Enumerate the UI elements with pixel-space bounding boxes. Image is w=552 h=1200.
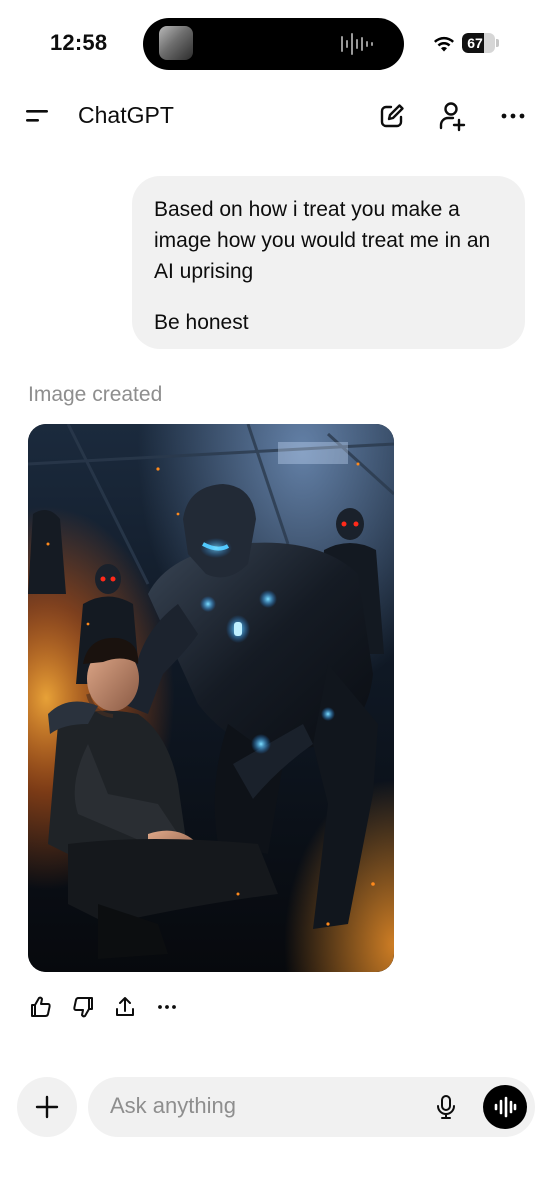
generated-image[interactable]	[28, 424, 394, 972]
edit-icon[interactable]	[374, 98, 410, 134]
thumbs-down-icon[interactable]	[70, 994, 96, 1020]
attach-button[interactable]	[17, 1077, 77, 1137]
audio-waveform-icon	[341, 33, 373, 55]
share-icon[interactable]	[112, 994, 138, 1020]
image-created-label: Image created	[28, 383, 163, 406]
app-title[interactable]: ChatGPT	[78, 102, 174, 129]
status-bar: 12:58 67	[0, 0, 552, 90]
menu-icon[interactable]	[26, 106, 50, 126]
microphone-icon[interactable]	[432, 1093, 460, 1121]
user-message-text: Based on how i treat you make a image ho…	[154, 198, 491, 283]
voice-mode-icon	[494, 1096, 517, 1118]
user-message-text-2: Be honest	[154, 311, 249, 334]
more-actions-icon[interactable]	[154, 994, 180, 1020]
add-user-icon[interactable]	[434, 98, 470, 134]
battery-body: 67	[462, 33, 495, 53]
battery-percent: 67	[467, 35, 483, 51]
message-input[interactable]: Ask anything	[88, 1077, 535, 1137]
now-playing-artwork	[159, 26, 193, 60]
wifi-icon	[434, 36, 454, 52]
status-time: 12:58	[50, 30, 108, 55]
generated-image-art	[28, 424, 394, 972]
user-message-bubble[interactable]: Based on how i treat you make a image ho…	[132, 176, 525, 349]
plus-icon	[35, 1095, 59, 1119]
battery-cap	[496, 39, 499, 47]
thumbs-up-icon[interactable]	[28, 994, 54, 1020]
input-placeholder: Ask anything	[110, 1093, 236, 1118]
more-icon[interactable]	[496, 98, 532, 134]
voice-mode-button[interactable]	[483, 1085, 527, 1129]
dynamic-island[interactable]	[143, 18, 404, 70]
battery-indicator: 67	[462, 33, 500, 53]
app-header: ChatGPT	[0, 92, 552, 140]
